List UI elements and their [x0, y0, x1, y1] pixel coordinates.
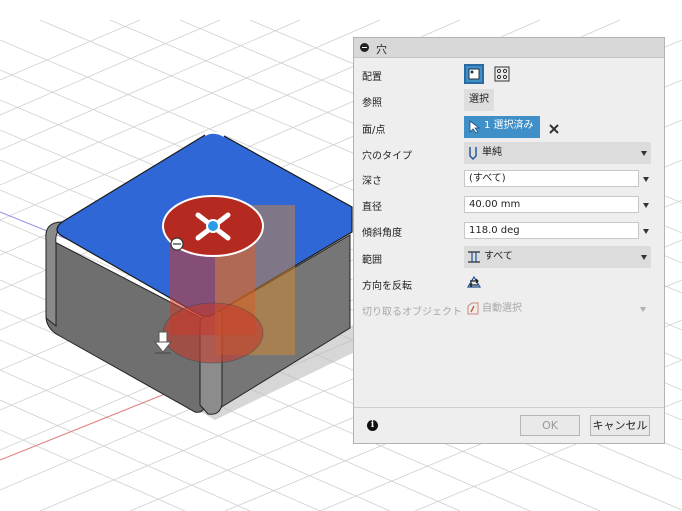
clear-x-icon[interactable]	[548, 120, 560, 134]
tip-angle-input[interactable]: 118.0 deg	[464, 222, 639, 239]
info-icon[interactable]: i	[367, 420, 378, 431]
extent-dropdown[interactable]: すべて	[464, 246, 651, 268]
single-hole-icon[interactable]	[464, 64, 484, 84]
extent-label: 範囲	[362, 255, 382, 266]
diameter-input[interactable]: 40.00 mm	[464, 196, 639, 213]
hole-bottom-ellipse	[162, 302, 264, 364]
flip-direction-icon[interactable]	[464, 273, 484, 293]
cancel-button[interactable]: キャンセル	[590, 415, 650, 436]
ok-button[interactable]: OK	[520, 415, 580, 436]
reference-label: 参照	[362, 98, 382, 109]
face-point-label: 面/点	[362, 125, 386, 136]
face-point-select-button[interactable]: 1 選択済み	[464, 116, 540, 138]
dialog-header: 穴	[354, 38, 664, 58]
cursor-arrow-icon	[469, 120, 481, 134]
dialog-footer: i OK キャンセル	[354, 407, 664, 443]
hole-type-dropdown[interactable]: 単純	[464, 142, 651, 164]
tip-angle-expression-chevron-icon[interactable]	[643, 229, 649, 234]
hole-dialog[interactable]: 穴 配置 参照 選択 面/点 1 選択済み 穴のタイプ 単純 深さ (すべて) …	[353, 37, 665, 444]
objects-to-cut-dropdown: 自動選択	[464, 298, 651, 320]
simple-hole-icon	[469, 147, 477, 160]
depth-input[interactable]: (すべて)	[464, 170, 639, 187]
hole-type-label: 穴のタイプ	[362, 151, 412, 162]
placement-label: 配置	[362, 72, 382, 83]
objects-to-cut-value: 自動選択	[482, 303, 522, 314]
face-point-select-label: 1 選択済み	[484, 120, 534, 131]
depth-label: 深さ	[362, 176, 382, 187]
diameter-label: 直径	[362, 202, 382, 213]
objects-to-cut-label: 切り取るオブジェクト	[362, 307, 462, 318]
chevron-down-icon	[641, 151, 647, 156]
collapse-icon[interactable]	[360, 43, 369, 52]
reference-select-button[interactable]: 選択	[464, 89, 494, 111]
auto-select-icon	[467, 302, 479, 315]
flip-label: 方向を反転	[362, 281, 412, 292]
dialog-title: 穴	[376, 43, 387, 56]
extent-all-icon	[468, 251, 480, 263]
sketch-constraint-icon[interactable]	[170, 237, 184, 251]
chevron-down-icon	[641, 255, 647, 260]
multiple-holes-icon[interactable]	[492, 64, 512, 84]
hole-type-value: 単純	[482, 147, 502, 158]
extent-value: すべて	[484, 251, 513, 262]
diameter-expression-chevron-icon[interactable]	[643, 203, 649, 208]
chevron-down-icon	[640, 307, 646, 312]
depth-expression-chevron-icon[interactable]	[643, 177, 649, 182]
tip-angle-label: 傾斜角度	[362, 228, 402, 239]
